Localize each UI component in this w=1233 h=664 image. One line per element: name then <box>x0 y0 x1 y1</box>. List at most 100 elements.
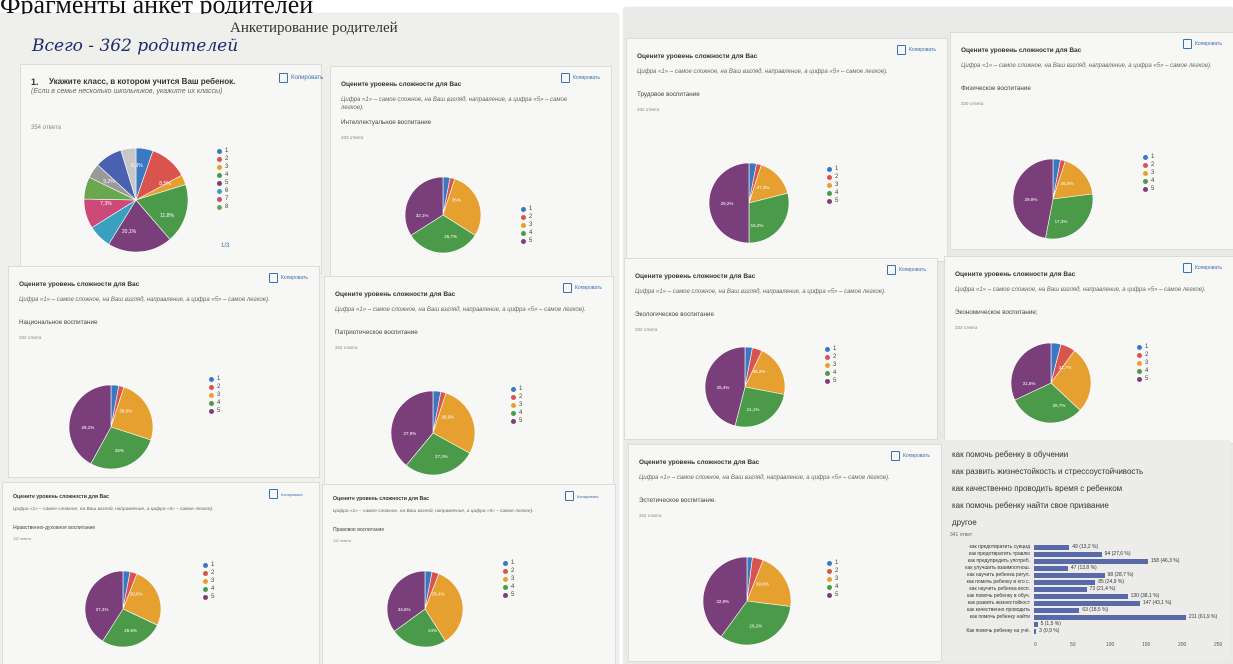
legend: 1 2 3 4 5 <box>827 559 838 599</box>
bar-category-label: как предупредить употреб. <box>967 558 1030 564</box>
legend-item: 1 <box>209 375 220 383</box>
legend-dot <box>203 586 208 592</box>
copy-button[interactable]: Копировать <box>565 491 599 501</box>
legend-dot <box>209 400 214 406</box>
legend-item: 8 <box>217 203 228 211</box>
card-category: Национальное воспитание <box>19 319 98 326</box>
option-item[interactable]: как помочь ребенку найти свое призвание <box>952 501 1109 510</box>
pie-label: 24% <box>428 628 437 633</box>
legend-label: 3 <box>519 402 523 408</box>
q1-number: 1. <box>31 77 39 87</box>
q1-title: Укажите класс, в котором учится Ваш ребе… <box>49 77 236 86</box>
option-item[interactable]: другое <box>952 518 977 527</box>
legend-item: 4 <box>1143 177 1154 185</box>
legend-dot <box>1143 154 1148 160</box>
q1-more[interactable]: 1/3 <box>221 243 229 249</box>
legend-item: 2 <box>1137 351 1148 359</box>
legend-item: 5 <box>1137 375 1148 383</box>
legend-dot <box>1143 178 1148 184</box>
legend-item: 2 <box>521 213 532 221</box>
copy-icon <box>269 273 278 283</box>
copy-icon <box>561 73 570 83</box>
copy-button[interactable]: Копировать <box>1183 263 1222 273</box>
axis-tick: 0 <box>1034 642 1037 648</box>
copy-button[interactable]: Копировать <box>1183 39 1222 49</box>
copy-button[interactable]: Копировать <box>887 265 926 275</box>
bar-category-label: как улучшить взаимоотнош. <box>965 565 1030 571</box>
axis-tick: 50 <box>1070 642 1076 648</box>
pie-chart: 31,7% 31,5% 26,7% <box>1010 342 1092 424</box>
copy-button[interactable]: Копировать <box>269 489 303 499</box>
copy-button[interactable]: Копировать <box>897 45 936 55</box>
bar-value-label: 49 (13,2 %) <box>1072 544 1099 550</box>
legend-label: 5 <box>225 180 229 186</box>
pie-label: 9,2% <box>103 179 115 185</box>
axis-tick: 100 <box>1106 642 1115 648</box>
legend-dot <box>1137 352 1142 358</box>
legend-dot <box>825 378 830 384</box>
axis-tick: 250 <box>1214 642 1223 648</box>
option-item[interactable]: как развить жизнестойкость и стрессоусто… <box>952 467 1143 476</box>
bar <box>1034 621 1038 627</box>
legend-label: 3 <box>833 362 837 368</box>
copy-icon <box>897 45 906 55</box>
pie-chart: 46,2% 25,4% 21,1% <box>704 346 786 428</box>
left-1-card: Оцените уровень сложности для Вас Цифра … <box>8 266 320 478</box>
card-title: Оцените уровень сложности для Вас <box>961 47 1082 54</box>
legend-dot <box>827 198 832 204</box>
bar-chart: как предотвратить суицид 49 (13,2 %) как п… <box>942 544 1228 654</box>
right-1-card: Оцените уровень сложности для Вас Цифра … <box>950 32 1233 250</box>
legend-label: 5 <box>529 238 533 244</box>
option-item[interactable]: как помочь ребенку в обучении <box>952 450 1068 459</box>
pie-label: 46,2% <box>753 369 766 374</box>
copy-button[interactable]: Копировать <box>891 451 930 461</box>
pie-label: 6,9% <box>131 163 143 169</box>
card-count: 333 ответа <box>955 325 978 330</box>
pie-label: 27,4% <box>96 607 109 612</box>
card-title: Оцените уровень сложности для Вас <box>639 459 760 466</box>
pie-label: 28,1% <box>82 425 95 430</box>
bar-category-label: Как помочь ребенку на учё. <box>966 628 1030 634</box>
pie-label: 38,9% <box>441 414 454 419</box>
card-category: Трудовое воспитание <box>637 91 700 98</box>
card-instruction: Цифра «1» – самое сложное, на Ваш взгляд… <box>341 97 568 111</box>
legend-dot <box>217 196 222 202</box>
legend-label: 5 <box>1151 186 1155 192</box>
copy-icon <box>891 451 900 461</box>
copy-label: Копировать <box>1195 265 1222 271</box>
legend-label: 5 <box>217 408 221 414</box>
option-item[interactable]: как качественно проводить время с ребенк… <box>952 484 1122 493</box>
card-instruction: Цифра «1» – самое сложное, на Ваш взгляд… <box>19 297 270 303</box>
legend-label: 5 <box>1145 376 1149 382</box>
bar-row: как качественно проводить 63 (18,5 %) <box>942 607 1108 613</box>
legend-dot <box>217 164 222 170</box>
card-count: 333 ответа <box>341 135 364 140</box>
legend-item: 7 <box>217 195 228 203</box>
pie-label: 34,6% <box>398 607 411 612</box>
bar <box>1034 558 1148 564</box>
bar-category-label: как помочь ребенку в его с. <box>966 579 1030 585</box>
pie-chart: 38,9% 27,9% 27,3% <box>390 390 476 476</box>
legend-label: 4 <box>217 400 221 406</box>
pie-label: 47,3% <box>757 185 770 190</box>
legend-dot <box>1143 186 1148 192</box>
copy-button[interactable]: Копировать <box>561 73 600 83</box>
copy-icon <box>269 489 278 499</box>
card-title: Оцените уровень сложности для Вас <box>333 496 429 503</box>
q1-copy-button[interactable]: Копировать <box>279 73 323 83</box>
legend-dot <box>825 370 830 376</box>
bar-row: как улучшить взаимоотнош. 47 (13,8 %) <box>942 565 1096 571</box>
copy-button[interactable]: Копировать <box>269 273 308 283</box>
legend-item: 1 <box>1143 153 1154 161</box>
legend-item: 3 <box>503 575 514 583</box>
legend-label: 4 <box>529 230 533 236</box>
copy-button[interactable]: Копировать <box>563 283 602 293</box>
legend-item: 4 <box>511 409 522 417</box>
legend-dot <box>521 230 526 236</box>
bar-row: 5 (1,5 %) <box>942 621 1061 627</box>
bar-category-label: как научить ребенка регул. <box>967 572 1030 578</box>
pie-label: 21,1% <box>747 407 760 412</box>
bar-category-label: как развить жизнестойкост <box>967 600 1030 606</box>
pie-label: 31,5% <box>1023 381 1036 386</box>
pie-label: 20,1% <box>122 229 137 235</box>
